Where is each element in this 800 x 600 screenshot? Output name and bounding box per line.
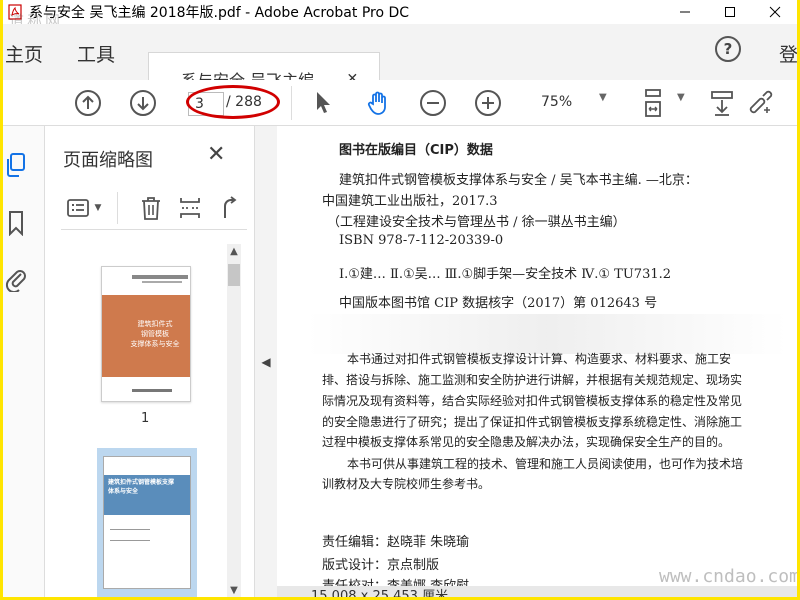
summary-line: 过程中模板支撑体系常见的安全隐患及解决办法，实现确保安全生产的目的。 bbox=[322, 435, 731, 449]
panel-toolbar-divider bbox=[117, 192, 118, 224]
options-dropdown-icon[interactable]: ▼ bbox=[91, 194, 105, 222]
window-title: 系与安全 吴飞主编 2018年版.pdf - Adobe Acrobat Pro… bbox=[29, 5, 410, 21]
document-view[interactable]: 图书在版编目（CIP）数据 建筑扣件式钢管模板支撑体系与安全 / 吴飞本书主编.… bbox=[277, 126, 797, 597]
thumbnail-scrollbar[interactable]: ▲ ▼ bbox=[227, 244, 241, 597]
thumbnail-panel: 页面缩略图 ✕ ▼ 建筑扣件式 钢管模板 支撑体系与安全 1 建筑扣件式钢管模板… bbox=[45, 126, 255, 597]
insert-page-icon[interactable] bbox=[175, 194, 205, 222]
summary-line: 本书通过对扣件式钢管模板支撑设计计算、构造要求、材料要求、施工安 bbox=[347, 352, 732, 366]
collapse-panel-strip[interactable]: ◀ bbox=[255, 126, 277, 597]
scroll-down-icon[interactable]: ▼ bbox=[227, 583, 241, 597]
bottom-watermark: www.cndao.com bbox=[659, 566, 797, 587]
red-highlight-oval bbox=[186, 85, 280, 119]
nav-tools[interactable]: 工具 bbox=[77, 40, 115, 67]
cover-title: 建筑扣件式钢管模板支撑 体系与安全 bbox=[108, 479, 175, 495]
collapse-arrow-icon[interactable]: ◀ bbox=[261, 355, 270, 369]
login-link[interactable]: 登 bbox=[779, 40, 797, 67]
cover-header-line bbox=[132, 275, 188, 279]
credit-line: 责任编辑：赵晓菲 朱晓瑜 bbox=[322, 535, 470, 550]
maximize-button[interactable] bbox=[707, 0, 752, 24]
page-thumbnail-label: 1 bbox=[141, 411, 150, 426]
panel-toolbar: ▼ bbox=[61, 186, 247, 230]
sign-share-icon[interactable] bbox=[745, 87, 777, 119]
classification-line: Ⅰ.①建… Ⅱ.①吴… Ⅲ.①脚手架—安全技术 Ⅳ.① TU731.2 bbox=[339, 267, 672, 282]
zoom-dropdown-icon[interactable]: ▼ bbox=[599, 92, 607, 103]
prev-page-icon[interactable] bbox=[72, 87, 104, 119]
select-cursor-icon[interactable] bbox=[307, 87, 339, 119]
scroll-up-icon[interactable]: ▲ bbox=[227, 244, 241, 258]
attachment-icon[interactable] bbox=[3, 264, 29, 294]
isbn-line: ISBN 978-7-112-20339-0 bbox=[339, 233, 504, 248]
help-icon[interactable]: ? bbox=[715, 36, 741, 62]
close-window-button[interactable] bbox=[752, 0, 797, 24]
cover-title: 建筑扣件式 钢管模板 支撑体系与安全 bbox=[130, 320, 180, 348]
page-fit-icon[interactable] bbox=[639, 87, 671, 119]
title-bar: 系与安全 吴飞主编 2018年版.pdf - Adobe Acrobat Pro… bbox=[3, 0, 797, 24]
page-thumbnail-1[interactable]: 建筑扣件式 钢管模板 支撑体系与安全 bbox=[101, 266, 191, 402]
page-thumbnail-2[interactable]: 建筑扣件式钢管模板支撑 体系与安全 bbox=[103, 456, 191, 589]
credit-line: 版式设计：京点制版 bbox=[322, 558, 440, 573]
toolbar: 3 / 288 75% ▼ ▼ bbox=[3, 80, 797, 126]
delete-page-icon[interactable] bbox=[136, 194, 166, 222]
zoom-out-icon[interactable] bbox=[417, 87, 449, 119]
left-rail bbox=[3, 126, 45, 597]
minimize-button[interactable] bbox=[662, 0, 707, 24]
audience-line: 本书可供从事建筑工程的技术、管理和施工人员阅读使用，也可作为技术培 bbox=[347, 457, 744, 471]
cover-publisher-line bbox=[132, 389, 172, 392]
scrollbar-thumb[interactable] bbox=[228, 264, 240, 286]
hand-tool-icon[interactable] bbox=[363, 87, 395, 119]
toolbar-divider bbox=[291, 86, 292, 120]
summary-line: 际情况及现有资料等，结合实际经验对扣件式钢管模板支撑体系的稳定性及常见 bbox=[322, 394, 743, 408]
acrobat-window: 系与安全 吴飞主编 2018年版.pdf - Adobe Acrobat Pro… bbox=[3, 0, 797, 597]
nav-bar: 主页 工具 系与安全 吴飞主编 ... ✕ ? 登 bbox=[3, 24, 797, 104]
rotate-page-icon[interactable] bbox=[211, 194, 241, 222]
bookmark-icon[interactable] bbox=[3, 208, 29, 238]
cip-number-line: 中国版本图书馆 CIP 数据核字（2017）第 012643 号 bbox=[339, 296, 658, 311]
cover-header-line bbox=[142, 281, 182, 283]
summary-line: 排、搭设与拆除、施工监测和安全防护进行讲解，并根据有关规范规定、现场实 bbox=[322, 373, 743, 387]
cip-line: 中国建筑工业出版社，2017.3 bbox=[322, 194, 498, 209]
page-thumbnails-icon[interactable] bbox=[3, 150, 29, 180]
page-size-readout: 15.008 x 25.453 厘米 bbox=[311, 589, 449, 597]
nav-home[interactable]: 主页 bbox=[5, 40, 43, 67]
next-page-icon[interactable] bbox=[127, 87, 159, 119]
cip-heading: 图书在版编目（CIP）数据 bbox=[339, 143, 493, 158]
audience-line: 训教材及大专院校师生参考书。 bbox=[322, 477, 491, 491]
bleed-through-shadow bbox=[307, 314, 787, 354]
close-panel-icon[interactable]: ✕ bbox=[207, 142, 225, 167]
page-fit-dropdown-icon[interactable]: ▼ bbox=[677, 92, 685, 103]
zoom-in-icon[interactable] bbox=[472, 87, 504, 119]
scroll-mode-icon[interactable] bbox=[707, 87, 739, 119]
zoom-level[interactable]: 75% bbox=[541, 94, 572, 110]
cover-author-lines bbox=[110, 529, 150, 541]
panel-title: 页面缩略图 bbox=[63, 150, 153, 171]
cip-line: 建筑扣件式钢管模板支撑体系与安全 / 吴飞本书主编. —北京： bbox=[339, 173, 698, 188]
summary-line: 的安全隐患进行了研究；提出了保证扣件式钢管模板支撑系统稳定性、消除施工 bbox=[322, 415, 743, 429]
cip-line: （工程建设安全技术与管理丛书 / 徐一骐丛书主编） bbox=[327, 215, 626, 230]
